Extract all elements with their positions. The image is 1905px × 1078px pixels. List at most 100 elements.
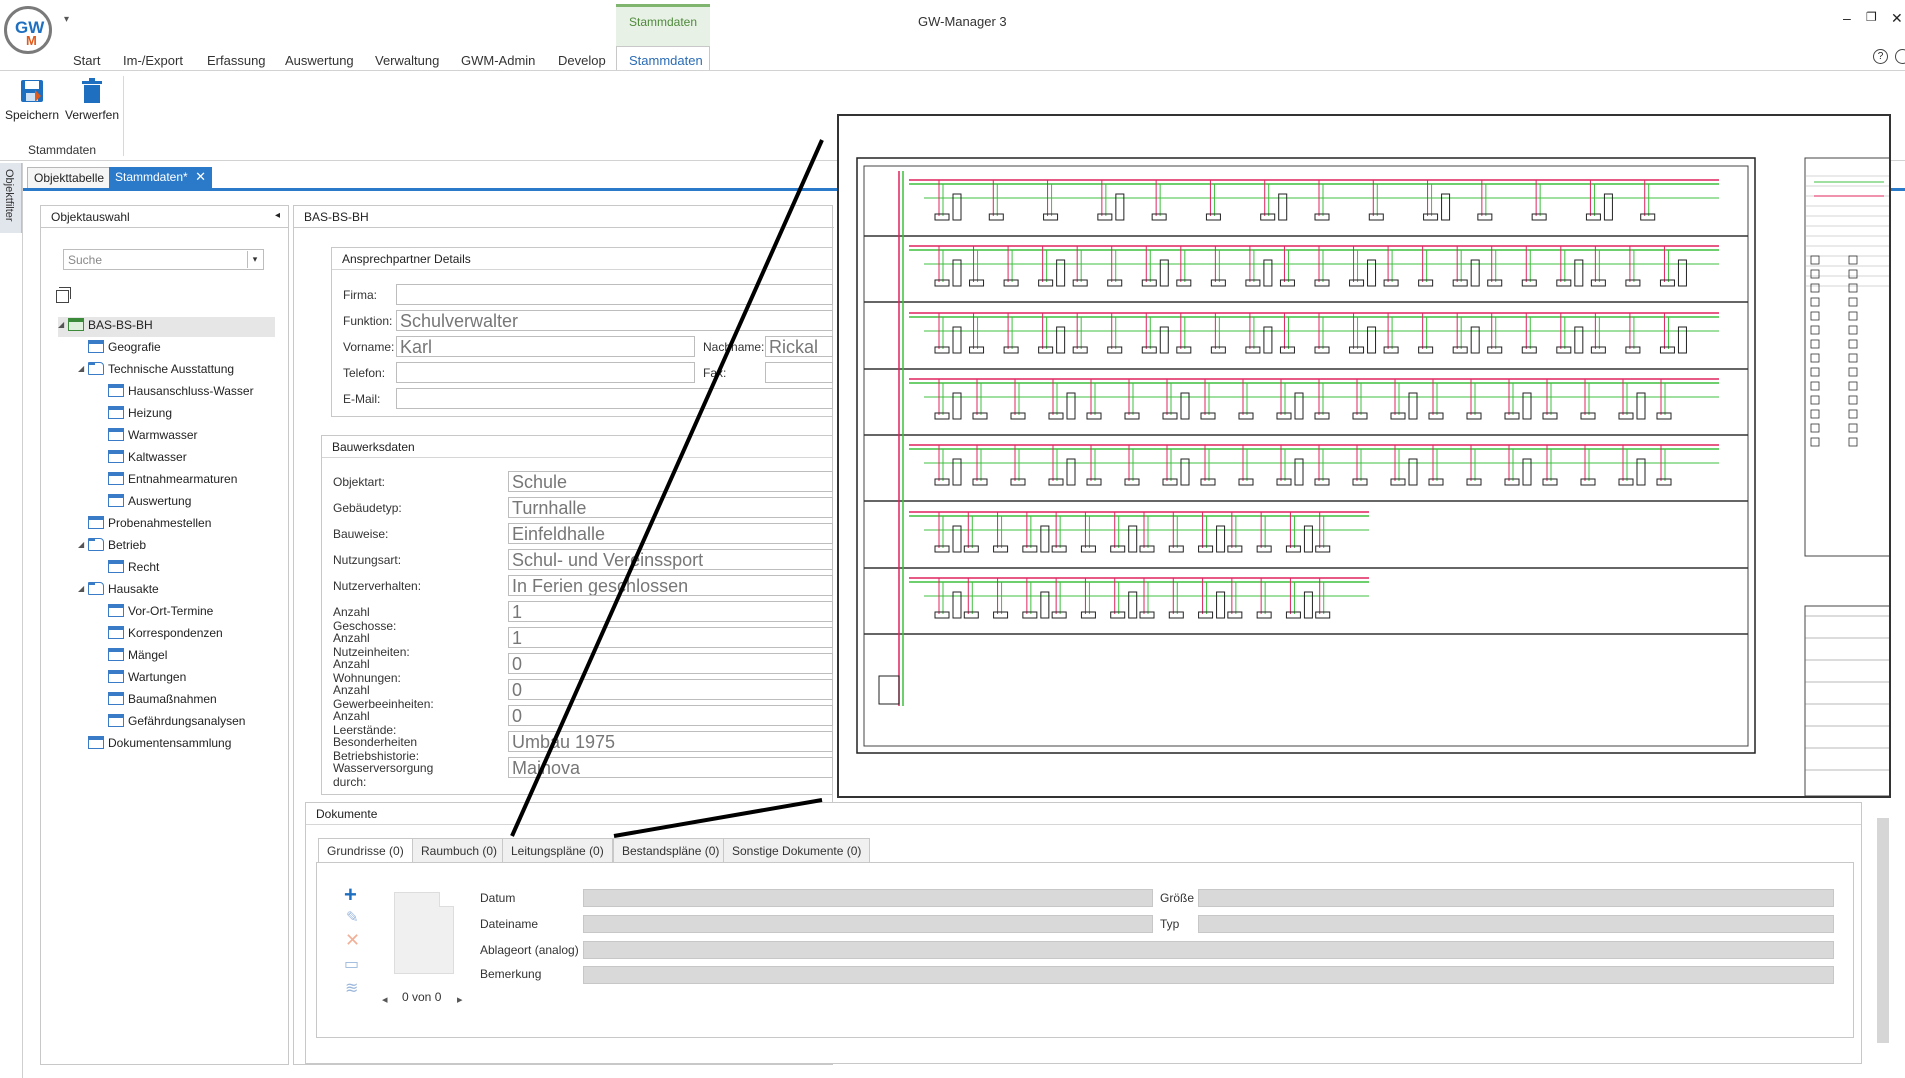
expand-toggle-icon[interactable]: ◢ bbox=[78, 584, 88, 593]
vorname-field[interactable]: Karl bbox=[396, 336, 695, 357]
tree-item-hausakte[interactable]: ◢ Hausakte bbox=[78, 581, 159, 601]
tab-gwm-admin[interactable]: GWM-Admin bbox=[461, 53, 535, 68]
close-tab-icon[interactable]: ✕ bbox=[195, 169, 206, 185]
tab-develop[interactable]: Develop bbox=[558, 53, 606, 68]
telefon-field[interactable] bbox=[396, 362, 695, 383]
tree-item-recht[interactable]: Recht bbox=[98, 559, 159, 579]
tab-auswertung[interactable]: Auswertung bbox=[285, 53, 354, 68]
bauwerk-value-field[interactable]: 1 bbox=[508, 627, 833, 648]
tab-bestandsplaene[interactable]: Bestandspläne (0) bbox=[613, 838, 729, 862]
fixture-symbol bbox=[1352, 412, 1368, 420]
add-icon[interactable]: + bbox=[344, 882, 357, 908]
bauwerk-value-field[interactable]: Turnhalle bbox=[508, 497, 833, 518]
tree-item-mängel[interactable]: Mängel bbox=[98, 647, 167, 667]
legend-symbol bbox=[1810, 409, 1820, 419]
ablageort-field[interactable] bbox=[583, 941, 1834, 959]
typ-field[interactable] bbox=[1198, 915, 1834, 933]
bauwerk-value-field[interactable]: Mainova bbox=[508, 757, 833, 778]
copy-icon[interactable] bbox=[56, 287, 71, 303]
tree-item-geografie[interactable]: Geografie bbox=[78, 339, 161, 359]
open-folder-icon[interactable]: ▭ bbox=[344, 954, 359, 974]
bauwerk-value-field[interactable]: Schule bbox=[508, 471, 833, 492]
groesse-field[interactable] bbox=[1198, 889, 1834, 907]
bemerkung-field[interactable] bbox=[583, 966, 1834, 984]
tree-item-baumaßnahmen[interactable]: Baumaßnahmen bbox=[98, 691, 217, 711]
collapse-pane-icon[interactable]: ◂ bbox=[275, 210, 280, 221]
minimize-button[interactable]: – bbox=[1843, 10, 1851, 26]
database-icon[interactable]: ≋ bbox=[345, 978, 358, 998]
email-field[interactable] bbox=[396, 388, 833, 409]
quick-access-dropdown[interactable]: ▾ bbox=[64, 14, 69, 25]
save-button[interactable]: Speichern bbox=[2, 78, 62, 128]
bauwerk-value-field[interactable]: 0 bbox=[508, 653, 833, 674]
tree-item-technische-ausstattung[interactable]: ◢ Technische Ausstattung bbox=[78, 361, 234, 381]
datum-field[interactable] bbox=[583, 889, 1153, 907]
scrollbar-thumb[interactable] bbox=[1877, 818, 1889, 1043]
tree-item-kaltwasser[interactable]: Kaltwasser bbox=[98, 449, 187, 469]
help-icon[interactable]: ? bbox=[1873, 49, 1888, 64]
search-input[interactable]: Suche ▾ bbox=[63, 249, 264, 270]
bauwerk-value-field[interactable]: Schul- und Vereinssport bbox=[508, 549, 833, 570]
tree-item-dokumentensammlung[interactable]: Dokumentensammlung bbox=[78, 735, 231, 755]
firma-field[interactable] bbox=[396, 284, 833, 305]
doc-icon bbox=[108, 692, 124, 706]
account-icon[interactable] bbox=[1895, 49, 1905, 64]
fixture-symbol bbox=[1022, 611, 1038, 619]
restore-button[interactable]: ❐ bbox=[1866, 10, 1877, 24]
nachname-field[interactable]: Rickal bbox=[765, 336, 833, 357]
expand-toggle-icon[interactable]: ◢ bbox=[78, 540, 88, 549]
tab-stammdaten-document[interactable]: Stammdaten* ✕ bbox=[109, 167, 212, 188]
tree-item-heizung[interactable]: Heizung bbox=[98, 405, 172, 425]
tab-verwaltung[interactable]: Verwaltung bbox=[375, 53, 439, 68]
expand-toggle-icon[interactable]: ◢ bbox=[58, 320, 68, 329]
tab-start[interactable]: Start bbox=[73, 53, 100, 68]
funktion-field[interactable]: Schulverwalter bbox=[396, 310, 833, 331]
tab-import-export[interactable]: Im-/Export bbox=[123, 53, 183, 68]
edit-icon[interactable]: ✎ bbox=[346, 908, 359, 926]
documents-scrollbar[interactable] bbox=[1876, 806, 1890, 1056]
bauwerk-value-field[interactable]: 0 bbox=[508, 705, 833, 726]
bauwerk-value-field[interactable]: 1 bbox=[508, 601, 833, 622]
tree-item-vor-ort-termine[interactable]: Vor-Ort-Termine bbox=[98, 603, 213, 623]
discard-button[interactable]: Verwerfen bbox=[62, 78, 122, 128]
typ-label: Typ bbox=[1160, 917, 1180, 931]
tree-item-gefährdungsanalysen[interactable]: Gefährdungsanalysen bbox=[98, 713, 245, 733]
tree-item-bas-bs-bh[interactable]: ◢ BAS-BS-BH bbox=[58, 317, 275, 337]
tree-item-korrespondenzen[interactable]: Korrespondenzen bbox=[98, 625, 223, 645]
tab-stammdaten[interactable]: Stammdaten bbox=[616, 46, 710, 71]
bauwerk-value-field[interactable]: In Ferien geschlossen bbox=[508, 575, 833, 596]
tab-erfassung[interactable]: Erfassung bbox=[207, 53, 266, 68]
dateiname-field[interactable] bbox=[583, 915, 1153, 933]
tab-grundrisse[interactable]: Grundrisse (0) bbox=[318, 838, 413, 863]
fixture-symbol bbox=[1279, 346, 1295, 354]
tab-sonstige-dokumente[interactable]: Sonstige Dokumente (0) bbox=[723, 838, 871, 862]
close-button[interactable]: ✕ bbox=[1891, 10, 1903, 27]
app-logo[interactable]: GW M bbox=[4, 6, 52, 54]
tab-objekttabelle[interactable]: Objekttabelle bbox=[27, 167, 112, 188]
bauwerk-value-field[interactable]: Umbau 1975 bbox=[508, 731, 833, 752]
pager-next-icon[interactable]: ▸ bbox=[457, 993, 463, 1006]
delete-icon[interactable]: ✕ bbox=[345, 930, 360, 951]
tree-item-probenahmestellen[interactable]: Probenahmestellen bbox=[78, 515, 211, 535]
tab-raumbuch[interactable]: Raumbuch (0) bbox=[412, 838, 507, 862]
legend-symbol bbox=[1810, 381, 1820, 391]
tree-item-hausanschluss-wasser[interactable]: Hausanschluss-Wasser bbox=[98, 383, 254, 403]
bauwerk-value-field[interactable]: Einfeldhalle bbox=[508, 523, 833, 544]
fixture-symbol bbox=[934, 545, 950, 553]
expand-toggle-icon[interactable]: ◢ bbox=[78, 364, 88, 373]
fixture-symbol bbox=[1531, 213, 1547, 221]
legend-symbol bbox=[1810, 395, 1820, 405]
pager-prev-icon[interactable]: ◂ bbox=[382, 993, 388, 1006]
fixture-symbol bbox=[1051, 611, 1067, 619]
fax-field[interactable] bbox=[765, 362, 833, 383]
tree-item-entnahmearmaturen[interactable]: Entnahmearmaturen bbox=[98, 471, 237, 491]
objektfilter-tab[interactable]: Objektfilter bbox=[0, 163, 22, 233]
tree-item-wartungen[interactable]: Wartungen bbox=[98, 669, 186, 689]
chevron-down-icon[interactable]: ▾ bbox=[247, 251, 262, 268]
tree-item-auswertung[interactable]: Auswertung bbox=[98, 493, 191, 513]
fixture-symbol bbox=[1383, 346, 1399, 354]
tree-item-betrieb[interactable]: ◢ Betrieb bbox=[78, 537, 146, 557]
tree-item-warmwasser[interactable]: Warmwasser bbox=[98, 427, 198, 447]
tab-leitungsplaene[interactable]: Leitungspläne (0) bbox=[502, 838, 613, 862]
bauwerk-value-field[interactable]: 0 bbox=[508, 679, 833, 700]
